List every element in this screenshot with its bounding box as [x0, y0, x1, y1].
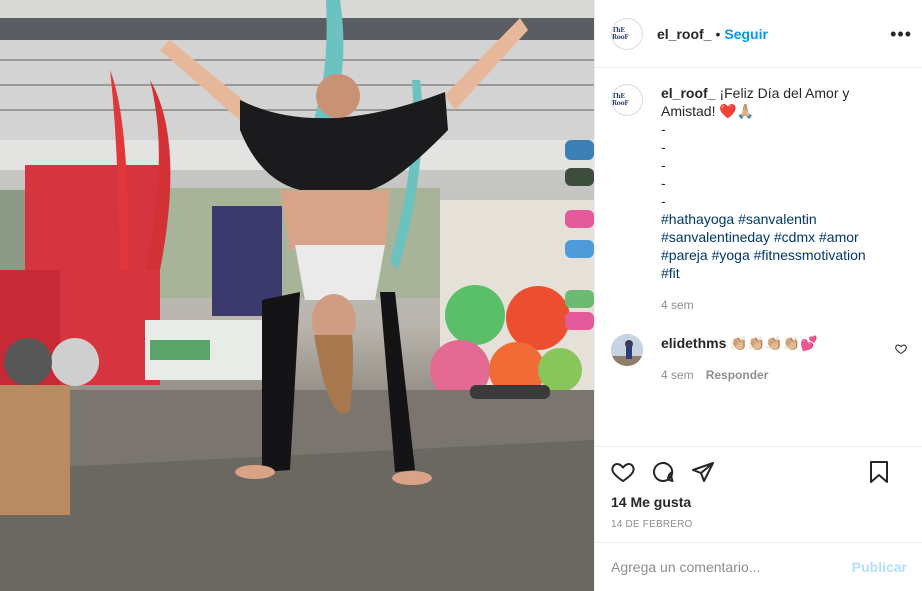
- post-panel: ThE RooF el_roof_ • Seguir ••• ThE RooF …: [594, 0, 922, 591]
- comment-composer: Publicar: [595, 542, 922, 591]
- post-photo[interactable]: [0, 0, 594, 591]
- caption-dash: -: [661, 121, 666, 137]
- save-bookmark-icon[interactable]: [867, 460, 891, 484]
- hashtag-link[interactable]: #fit: [661, 265, 680, 281]
- post-date[interactable]: 14 DE FEBRERO: [611, 519, 907, 530]
- hashtag-link[interactable]: #amor: [819, 229, 859, 245]
- caption-dash: -: [661, 175, 666, 191]
- comments-section[interactable]: ThE RooF el_roof_ ¡Feliz Día del Amor y A…: [595, 68, 922, 446]
- follow-button[interactable]: Seguir: [724, 26, 768, 42]
- caption-timestamp[interactable]: 4 sem: [661, 296, 891, 314]
- commenter-avatar-photo: [611, 334, 643, 366]
- post-actions: 14 Me gusta 14 DE FEBRERO: [595, 446, 922, 542]
- caption-dash: -: [661, 193, 666, 209]
- hashtag-link[interactable]: #sanvalentin: [738, 211, 817, 227]
- post-comment-button[interactable]: Publicar: [852, 559, 907, 575]
- avatar-logo-text: ThE RooF: [612, 26, 629, 41]
- caption-dash: -: [661, 157, 666, 173]
- commenter-avatar[interactable]: [611, 334, 643, 366]
- share-paper-plane-icon[interactable]: [691, 460, 715, 484]
- comment-text: 👏🏼👏🏼👏🏼👏🏼💕: [730, 335, 818, 351]
- like-heart-icon[interactable]: [611, 460, 635, 484]
- comment-input[interactable]: [611, 559, 852, 575]
- comment-bubble-icon[interactable]: [651, 460, 675, 484]
- photo-illustration: [0, 0, 594, 591]
- caption-avatar[interactable]: ThE RooF: [611, 84, 643, 116]
- more-options-icon[interactable]: •••: [890, 24, 912, 45]
- hashtag-link[interactable]: #cdmx: [774, 229, 815, 245]
- caption-dash: -: [661, 139, 666, 155]
- reply-button[interactable]: Responder: [706, 368, 769, 382]
- comment-like-heart-icon[interactable]: [895, 342, 907, 360]
- likes-count[interactable]: 14 Me gusta: [611, 494, 907, 510]
- hashtag-link[interactable]: #yoga: [712, 247, 750, 263]
- caption: ThE RooF el_roof_ ¡Feliz Día del Amor y A…: [611, 84, 907, 314]
- comment-item: elidethms 👏🏼👏🏼👏🏼👏🏼💕 4 sem Responder: [611, 334, 907, 384]
- caption-username[interactable]: el_roof_: [661, 85, 715, 101]
- hashtag-link[interactable]: #sanvalentineday: [661, 229, 770, 245]
- hashtag-link[interactable]: #pareja: [661, 247, 708, 263]
- comment-timestamp[interactable]: 4 sem: [661, 368, 694, 382]
- commenter-username[interactable]: elidethms: [661, 335, 726, 351]
- post-header: ThE RooF el_roof_ • Seguir •••: [595, 0, 922, 68]
- hashtag-link[interactable]: #hathayoga: [661, 211, 734, 227]
- author-username[interactable]: el_roof_: [657, 26, 711, 42]
- caption-avatar-logo-text: ThE RooF: [612, 93, 629, 107]
- hashtag-link[interactable]: #fitnessmotivation: [754, 247, 866, 263]
- author-avatar[interactable]: ThE RooF: [611, 17, 643, 50]
- separator-dot: •: [715, 25, 721, 42]
- hashtags: #hathayoga #sanvalentin #sanvalentineday…: [661, 210, 891, 282]
